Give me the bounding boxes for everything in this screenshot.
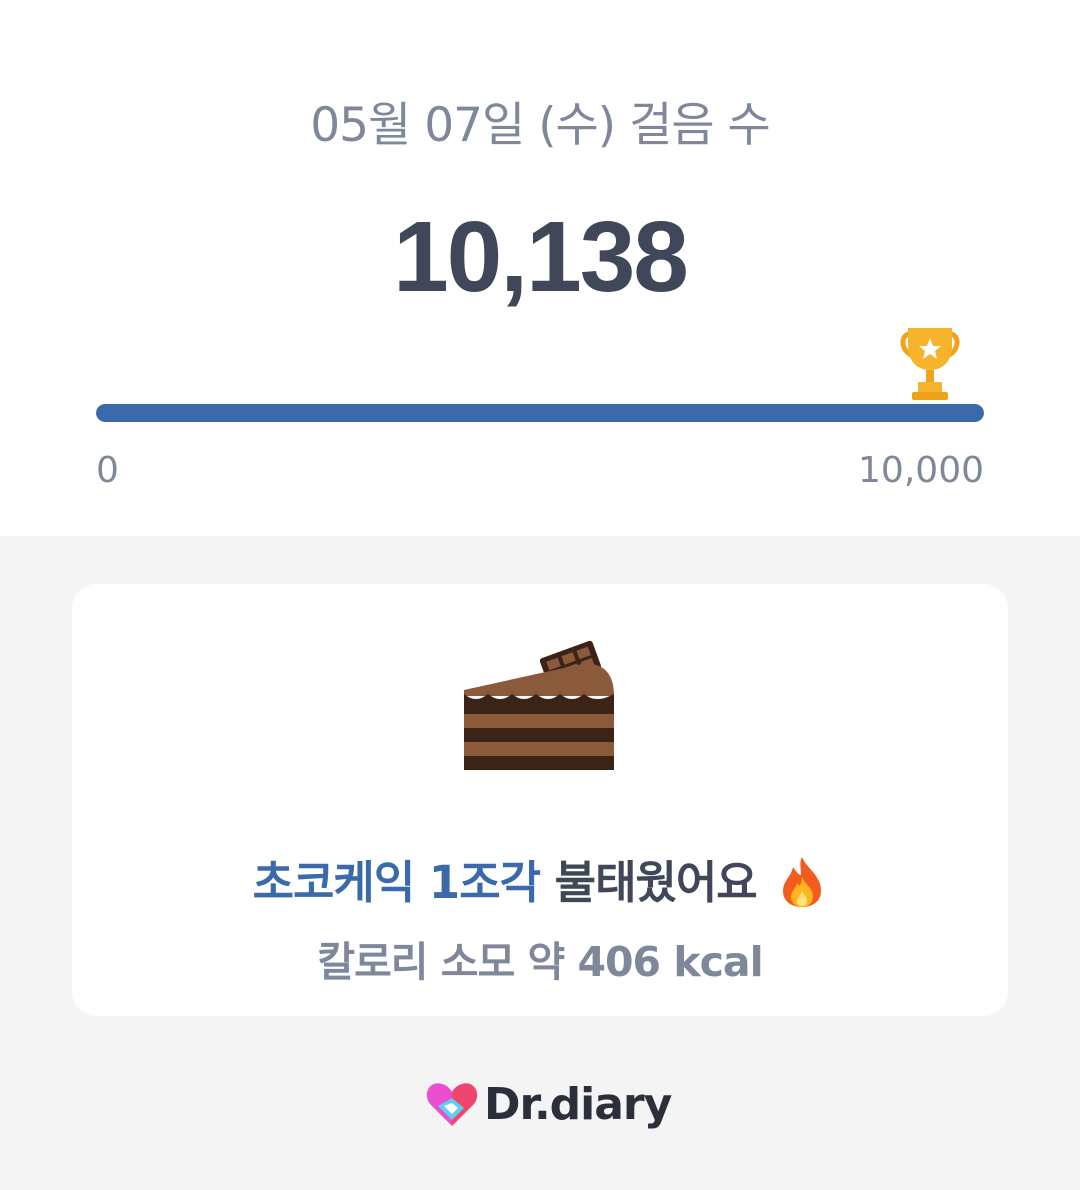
step-count: 10,138 bbox=[393, 201, 689, 313]
burn-food-highlight: 초코케익 1조각 bbox=[252, 856, 541, 909]
progress-max-label: 10,000 bbox=[858, 450, 984, 491]
calorie-burned-text: 칼로리 소모 약 406 kcal bbox=[317, 938, 763, 986]
progress-min-label: 0 bbox=[96, 450, 119, 491]
step-progress-fill bbox=[96, 404, 984, 422]
trophy-icon bbox=[900, 328, 960, 400]
brand-name: Dr.diary bbox=[484, 1078, 672, 1130]
fire-icon bbox=[783, 857, 822, 907]
calorie-card: 초코케익 1조각 불태웠어요 칼로리 소모 약 406 kcal bbox=[72, 584, 1008, 1016]
burn-message: 초코케익 1조각 불태웠어요 bbox=[72, 846, 1008, 913]
step-progress-bar bbox=[96, 404, 984, 422]
chocolate-cake-icon bbox=[464, 640, 614, 770]
heart-logo-icon bbox=[426, 1083, 478, 1126]
step-summary-panel: 05월 07일 (수) 걸음 수 10,138 0 10,000 bbox=[0, 0, 1080, 536]
burn-message-rest: 불태웠어요 bbox=[540, 856, 758, 909]
date-title: 05월 07일 (수) 걸음 수 bbox=[310, 98, 770, 153]
brand-logo: Dr.diary bbox=[424, 1074, 672, 1134]
